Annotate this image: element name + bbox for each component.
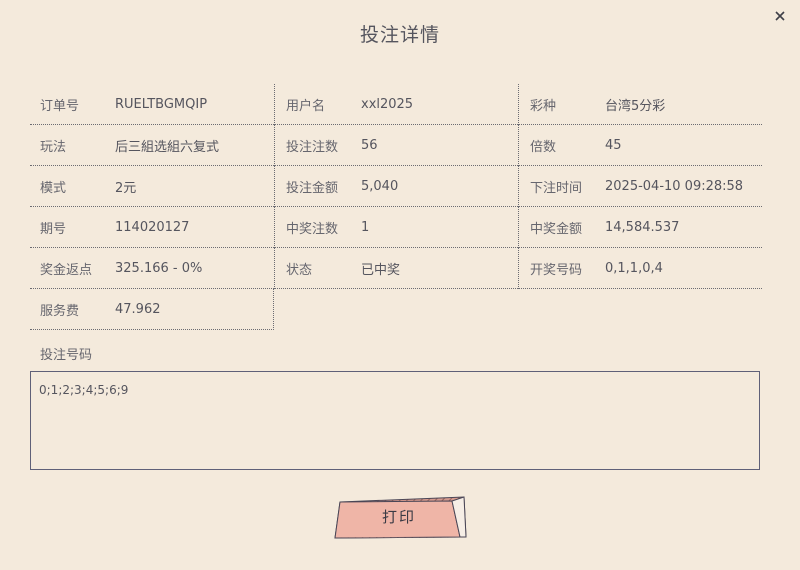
detail-label: 玩法 bbox=[40, 139, 67, 155]
detail-status: 状态 已中奖 bbox=[274, 248, 518, 289]
detail-issue-no: 期号 114020127 bbox=[30, 207, 274, 248]
detail-service-fee: 服务费 47.962 bbox=[30, 289, 274, 330]
detail-label: 用户名 bbox=[286, 98, 326, 114]
detail-win-count: 中奖注数 1 bbox=[274, 207, 518, 248]
detail-label: 下注时间 bbox=[530, 180, 583, 196]
detail-play-type: 玩法 后三組选組六复式 bbox=[30, 125, 274, 166]
detail-value: 台湾5分彩 bbox=[605, 98, 666, 114]
detail-label: 奖金返点 bbox=[40, 262, 93, 278]
empty-cell bbox=[274, 289, 518, 330]
detail-label: 彩种 bbox=[530, 98, 557, 114]
close-icon[interactable] bbox=[772, 8, 788, 24]
detail-value: 1 bbox=[361, 219, 370, 235]
detail-rebate: 奖金返点 325.166 - 0% bbox=[30, 248, 274, 289]
detail-lottery-type: 彩种 台湾5分彩 bbox=[518, 84, 762, 125]
detail-label: 期号 bbox=[40, 221, 67, 237]
detail-value: xxl2025 bbox=[361, 96, 414, 112]
details-row: 期号 114020127 中奖注数 1 中奖金额 14,584.537 bbox=[30, 207, 764, 248]
detail-label: 开奖号码 bbox=[530, 262, 583, 278]
detail-bet-amount: 投注金额 5,040 bbox=[274, 166, 518, 207]
detail-value: RUELTBGMQIP bbox=[115, 96, 208, 112]
detail-mode: 模式 2元 bbox=[30, 166, 274, 207]
bet-detail-dialog: 投注详情 订单号 RUELTBGMQIP 用户名 xxl2025 彩种 台湾5分彩 玩… bbox=[0, 0, 800, 570]
dialog-title: 投注详情 bbox=[359, 24, 440, 46]
detail-draw-numbers: 开奖号码 0,1,1,0,4 bbox=[518, 248, 762, 289]
detail-win-amount: 中奖金额 14,584.537 bbox=[518, 207, 762, 248]
detail-value: 114020127 bbox=[115, 219, 190, 235]
detail-value: 47.962 bbox=[115, 301, 161, 317]
detail-bet-time: 下注时间 2025-04-10 09:28:58 bbox=[518, 166, 762, 207]
detail-multiplier: 倍数 45 bbox=[518, 125, 762, 166]
detail-value: 0,1,1,0,4 bbox=[605, 260, 663, 276]
detail-label: 状态 bbox=[286, 262, 313, 278]
detail-value: 5,040 bbox=[361, 178, 399, 194]
print-button[interactable]: 打印 bbox=[334, 495, 468, 540]
details-row: 服务费 47.962 bbox=[30, 289, 764, 330]
details-row: 订单号 RUELTBGMQIP 用户名 xxl2025 彩种 台湾5分彩 bbox=[30, 84, 764, 125]
details-grid: 订单号 RUELTBGMQIP 用户名 xxl2025 彩种 台湾5分彩 玩法 后三組选… bbox=[30, 84, 764, 330]
detail-bet-count: 投注注数 56 bbox=[274, 125, 518, 166]
detail-label: 中奖注数 bbox=[286, 221, 339, 237]
details-row: 玩法 后三組选組六复式 投注注数 56 倍数 45 bbox=[30, 125, 764, 166]
detail-value: 2025-04-10 09:28:58 bbox=[605, 178, 744, 194]
print-button-label: 打印 bbox=[381, 508, 416, 526]
bet-numbers-label: 投注号码 bbox=[40, 348, 93, 363]
detail-label: 倍数 bbox=[530, 139, 557, 155]
detail-username: 用户名 xxl2025 bbox=[274, 84, 518, 125]
detail-value: 325.166 - 0% bbox=[115, 260, 203, 276]
detail-label: 中奖金额 bbox=[530, 221, 583, 237]
detail-label: 订单号 bbox=[40, 98, 80, 114]
bet-numbers-box: 0;1;2;3;4;5;6;9 bbox=[30, 371, 760, 470]
detail-label: 投注金额 bbox=[286, 180, 339, 196]
detail-order-no: 订单号 RUELTBGMQIP bbox=[30, 84, 274, 125]
detail-value: 56 bbox=[361, 137, 378, 153]
empty-cell bbox=[518, 289, 762, 330]
details-row: 模式 2元 投注金额 5,040 下注时间 2025-04-10 09:28:58 bbox=[30, 166, 764, 207]
detail-label: 模式 bbox=[40, 180, 67, 196]
detail-label: 服务费 bbox=[40, 303, 80, 319]
detail-label: 投注注数 bbox=[286, 139, 339, 155]
detail-value: 2元 bbox=[115, 180, 137, 196]
detail-value: 后三組选組六复式 bbox=[115, 139, 220, 155]
details-row: 奖金返点 325.166 - 0% 状态 已中奖 开奖号码 0,1,1,0,4 bbox=[30, 248, 764, 289]
detail-value: 已中奖 bbox=[361, 262, 401, 278]
detail-value: 14,584.537 bbox=[605, 219, 680, 235]
detail-value: 45 bbox=[605, 137, 622, 153]
